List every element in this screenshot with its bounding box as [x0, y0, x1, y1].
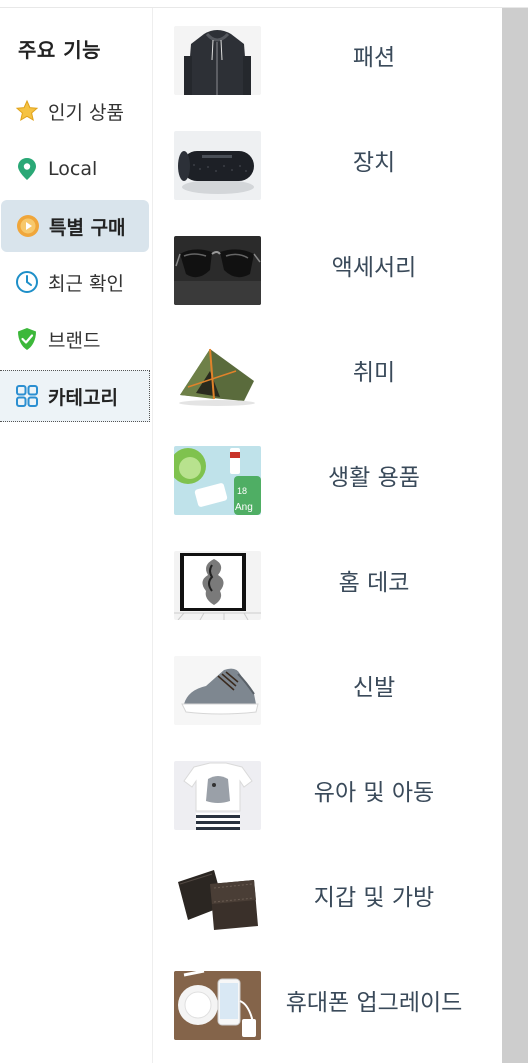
sidebar-item-brand[interactable]: 브랜드 [0, 313, 150, 365]
category-item-hobby[interactable]: 취미 [154, 323, 502, 428]
category-label: 취미 [352, 360, 396, 386]
sidebar-item-label: 인기 상품 [48, 101, 124, 124]
toiletries-image: 18 Ang [174, 446, 261, 515]
category-label: 생활 용품 [328, 465, 420, 491]
category-item-devices[interactable]: 장치 [154, 113, 502, 218]
star-icon [14, 98, 40, 124]
scrollbar-thumb[interactable] [502, 8, 528, 1063]
category-label: 장치 [352, 150, 396, 176]
sidebar-item-recent[interactable]: 최근 확인 [0, 256, 150, 308]
sidebar-item-label: Local [48, 158, 98, 180]
category-item-phone-upgrades[interactable]: 휴대폰 업그레이드 [154, 953, 502, 1058]
wireless-charger-image [174, 971, 261, 1040]
top-divider [0, 0, 528, 8]
grid-icon [14, 383, 40, 409]
sneaker-image [174, 656, 261, 725]
category-label: 홈 데코 [338, 570, 410, 596]
category-item-accessories[interactable]: 액세서리 [154, 218, 502, 323]
shield-check-icon [14, 326, 40, 352]
sidebar-item-label: 최근 확인 [48, 272, 124, 295]
sunglasses-image [174, 236, 261, 305]
category-label: 액세서리 [331, 255, 417, 281]
category-label: 유아 및 아동 [313, 780, 435, 806]
clock-icon [14, 269, 40, 295]
wall-art-image [174, 551, 261, 620]
location-pin-icon [14, 156, 40, 182]
category-label: 휴대폰 업그레이드 [285, 990, 463, 1016]
category-item-home-decor[interactable]: 홈 데코 [154, 533, 502, 638]
svg-text:Ang: Ang [235, 502, 253, 513]
tent-image [174, 341, 261, 410]
sidebar-title: 주요 기능 [18, 38, 102, 62]
scrollbar[interactable] [502, 8, 528, 1063]
sidebar: 주요 기능 인기 상품 Local 특별 구매 최근 확인 브랜드 카테고리 [0, 8, 153, 1063]
sidebar-item-popular[interactable]: 인기 상품 [0, 85, 150, 137]
category-label: 지갑 및 가방 [313, 885, 435, 911]
category-list: 패션 장치 액세서리 취미 18 Ang 생활 용품 홈 데코 신발 유아 및 … [154, 8, 502, 1063]
category-label: 패션 [352, 45, 396, 71]
baby-clothes-image [174, 761, 261, 830]
sidebar-item-label: 특별 구매 [49, 216, 126, 239]
sidebar-item-label: 브랜드 [48, 329, 101, 352]
sidebar-item-label: 카테고리 [48, 386, 118, 409]
category-item-shoes[interactable]: 신발 [154, 638, 502, 743]
category-item-kids[interactable]: 유아 및 아동 [154, 743, 502, 848]
hoodie-image [174, 26, 261, 95]
speaker-image [174, 131, 261, 200]
svg-text:18: 18 [237, 486, 247, 496]
category-item-wallets-bags[interactable]: 지갑 및 가방 [154, 848, 502, 953]
sidebar-item-local[interactable]: Local [0, 143, 150, 195]
special-deal-icon [15, 213, 41, 239]
sidebar-item-special-deal[interactable]: 특별 구매 [1, 200, 149, 252]
wallet-image [174, 866, 261, 935]
category-label: 신발 [352, 675, 396, 701]
sidebar-item-category[interactable]: 카테고리 [0, 370, 150, 422]
category-item-fashion[interactable]: 패션 [154, 8, 502, 113]
category-item-household[interactable]: 18 Ang 생활 용품 [154, 428, 502, 533]
